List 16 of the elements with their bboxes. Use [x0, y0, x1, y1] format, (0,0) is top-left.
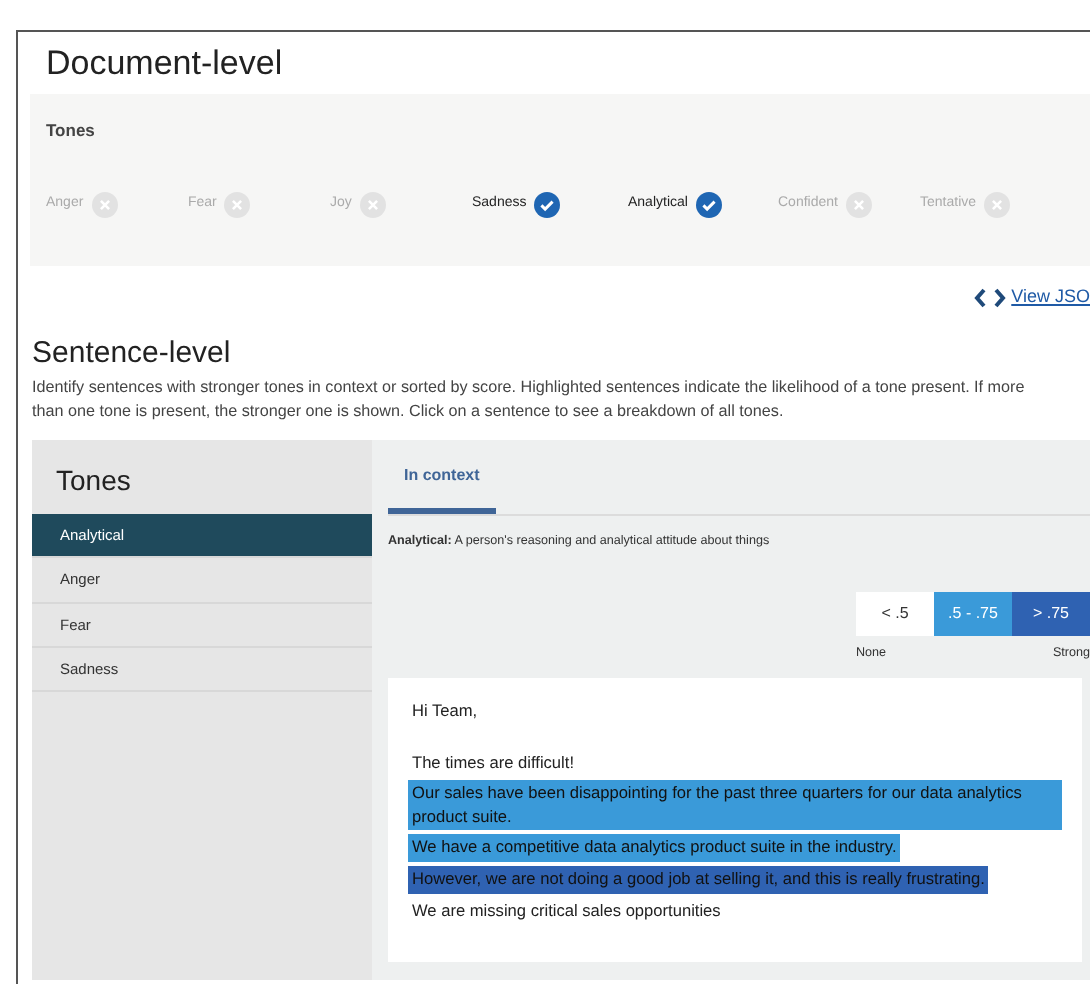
section-title: Document-level	[46, 44, 285, 85]
tab[interactable]: In context	[388, 440, 496, 515]
sentence[interactable]: We have a competitive data analytics product suite in the industry.	[408, 834, 901, 863]
code-icon	[973, 288, 1006, 309]
sentence[interactable]: We are missing critical sales opportunities	[408, 897, 725, 925]
legend-item: .5 - .75	[934, 591, 1012, 636]
panel-title: Tones	[46, 118, 97, 145]
legend-item: < .5	[856, 591, 934, 636]
section-title: Sentence-level	[32, 335, 233, 372]
section-description: Identify sentences with stronger tones in context or sorted by score. Highlighted sentences indicate the likelihood of a tone present. If more than one tone is present, the stronger one is shown. Click on a sentence to see a breakdown of all tones.	[32, 375, 1027, 425]
view-json-link[interactable]: View JSO	[1011, 284, 1090, 312]
sentence[interactable]: Hi Team,	[408, 698, 482, 726]
sentence[interactable]: The times are difficult!	[408, 749, 579, 777]
sentence[interactable]: Our sales have been disappointing for the past three quarters for our data analytics product suite.	[408, 780, 1062, 831]
legend-item: > .75	[1012, 591, 1090, 636]
sidebar-title: Tones	[54, 462, 133, 501]
